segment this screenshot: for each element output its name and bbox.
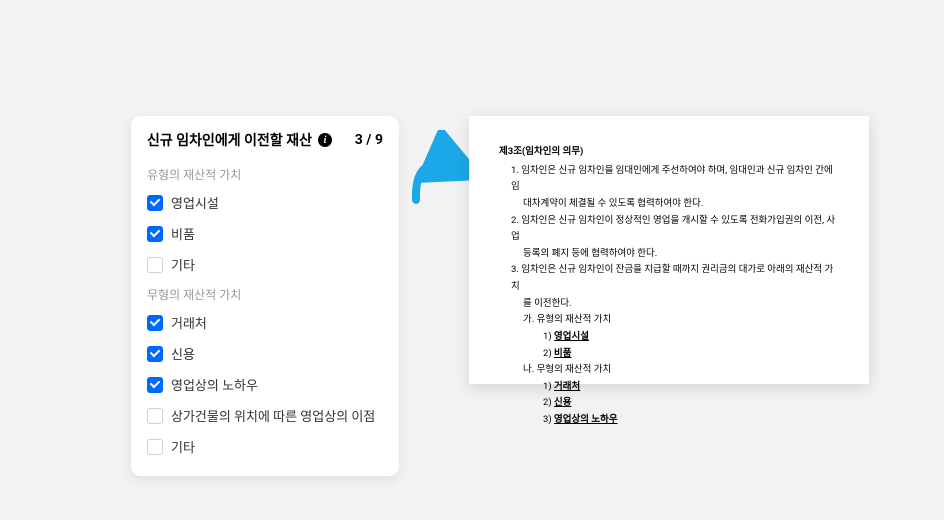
document-line: 가. 유형의 재산적 가치 [499,312,839,329]
checkbox-label: 영업상의 노하우 [171,375,258,394]
checkbox-checked-icon [147,377,163,393]
document-line: 2) 비품 [499,346,839,363]
checklist-card: 신규 임차인에게 이전할 재산 i 3 / 9 유형의 재산적 가치 영업시설 … [131,116,399,476]
checkbox-item[interactable]: 기타 [131,249,399,280]
checkbox-item[interactable]: 비품 [131,218,399,249]
checkbox-item[interactable]: 기타 [131,431,399,462]
checkbox-item[interactable]: 상가건물의 위치에 따른 영업상의 이점 [131,400,399,431]
document-line: 2) 신용 [499,395,839,412]
checkbox-label: 기타 [171,437,195,456]
checkbox-label: 비품 [171,224,195,243]
document-line: 2. 임차인은 신규 임차인이 정상적인 영업을 개시할 수 있도록 전화가입권… [499,213,839,246]
document-line: 1) 거래처 [499,379,839,396]
checkbox-item[interactable]: 신용 [131,338,399,369]
document-line: 를 이전한다. [499,296,839,313]
checkbox-checked-icon [147,226,163,242]
checkbox-unchecked-icon [147,439,163,455]
progress-counter: 3 / 9 [355,132,383,148]
document-preview: 제3조(임차인의 의무) 1. 임차인은 신규 임차인을 임대인에게 주선하여야… [469,116,869,384]
card-title-wrap: 신규 임차인에게 이전할 재산 i [147,130,332,150]
document-line: 등록의 폐지 등에 협력하여야 한다. [499,246,839,263]
document-line: 3. 임차인은 신규 임차인이 잔금을 지급할 때까지 권리금의 대가로 아래의… [499,262,839,295]
document-line: 나. 무형의 재산적 가치 [499,362,839,379]
document-article-title: 제3조(임차인의 의무) [499,144,839,161]
checkbox-item[interactable]: 영업상의 노하우 [131,369,399,400]
document-line: 대차계약이 체결될 수 있도록 협력하여야 한다. [499,196,839,213]
document-line: 1) 영업시설 [499,329,839,346]
checkbox-label: 상가건물의 위치에 따른 영업상의 이점 [171,406,375,425]
checkbox-unchecked-icon [147,257,163,273]
checkbox-checked-icon [147,315,163,331]
checkbox-label: 신용 [171,344,195,363]
checkbox-label: 거래처 [171,313,207,332]
checkbox-label: 영업시설 [171,193,219,212]
document-line: 1. 임차인은 신규 임차인을 임대인에게 주선하여야 하며, 임대인과 신규 … [499,163,839,196]
checkbox-checked-icon [147,195,163,211]
card-title: 신규 임차인에게 이전할 재산 [147,130,312,150]
section-label-tangible: 유형의 재산적 가치 [131,160,399,187]
card-header: 신규 임차인에게 이전할 재산 i 3 / 9 [131,116,399,160]
info-icon[interactable]: i [318,133,332,147]
checkbox-item[interactable]: 영업시설 [131,187,399,218]
checkbox-item[interactable]: 거래처 [131,307,399,338]
document-line: 3) 영업상의 노하우 [499,412,839,429]
checkbox-label: 기타 [171,255,195,274]
section-label-intangible: 무형의 재산적 가치 [131,280,399,307]
checkbox-unchecked-icon [147,408,163,424]
checkbox-checked-icon [147,346,163,362]
